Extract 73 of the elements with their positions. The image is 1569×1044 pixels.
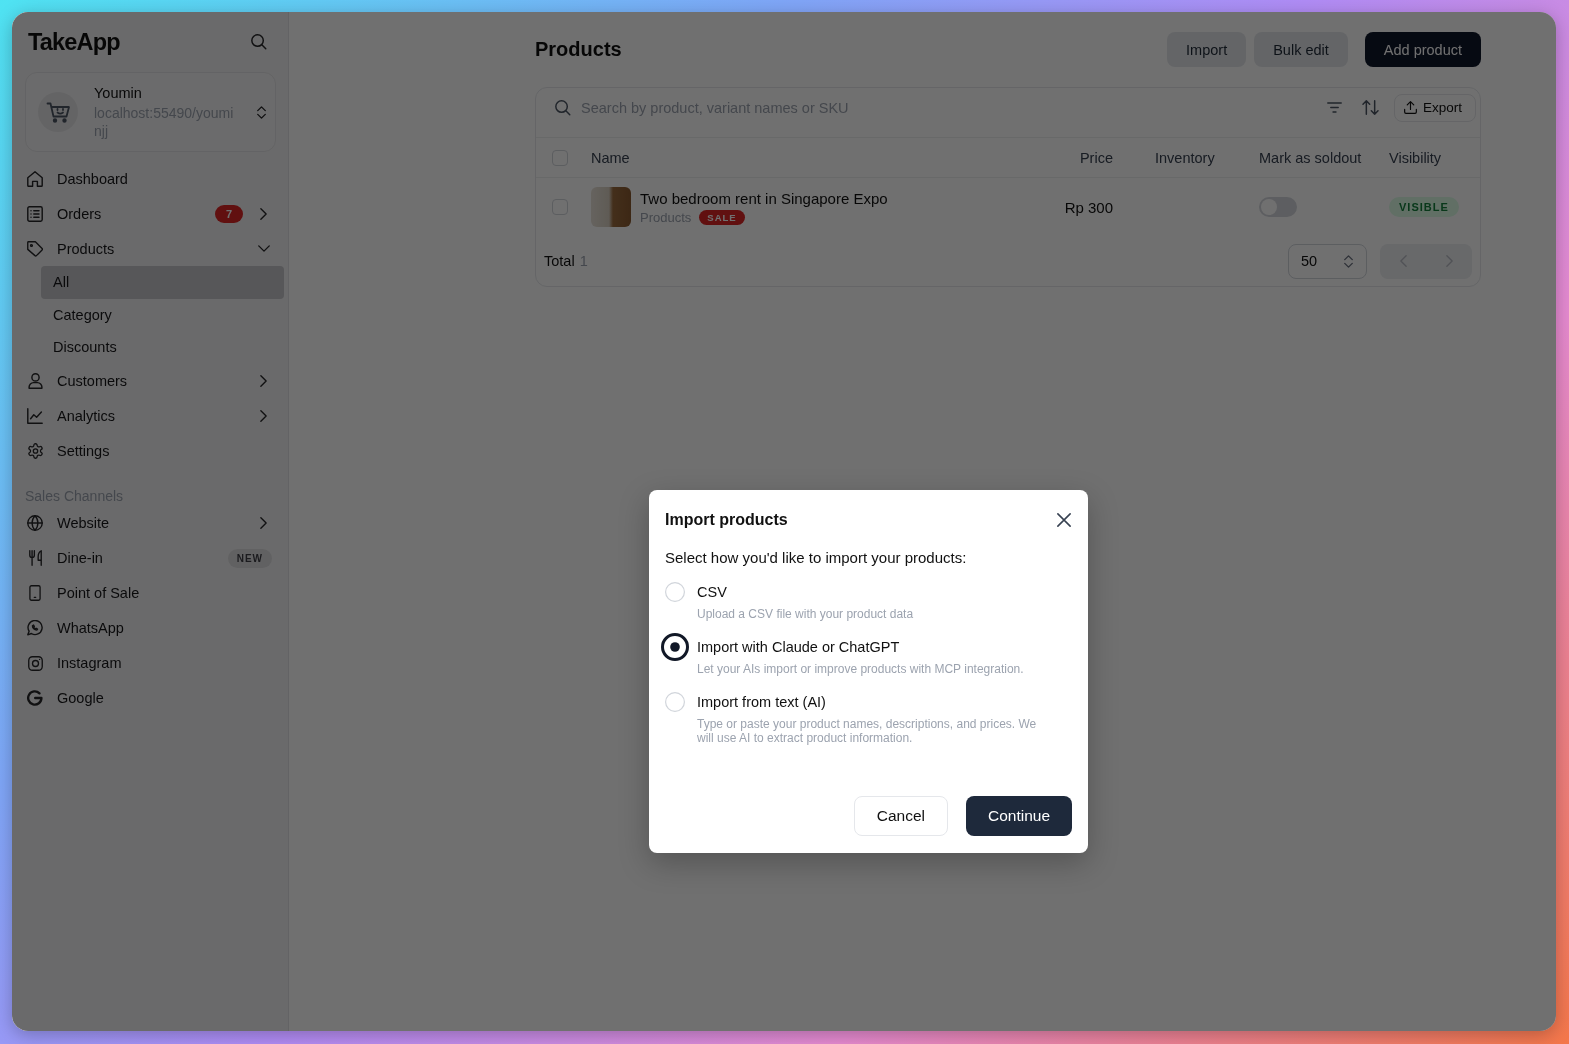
column-header: Inventory <box>1155 149 1216 166</box>
nav-item[interactable]: Point of Sale <box>25 575 276 611</box>
nav-item[interactable]: Google <box>25 680 276 716</box>
search-icon <box>555 99 571 116</box>
globe-icon <box>27 515 43 531</box>
search-icon[interactable] <box>251 34 267 50</box>
nav-item[interactable]: Settings <box>25 433 276 469</box>
cart-avatar-icon <box>38 92 78 132</box>
gear-icon <box>27 443 43 459</box>
chevrons-up-down-icon <box>1344 254 1353 268</box>
nav-item[interactable]: Website <box>25 505 276 541</box>
count-badge: 7 <box>215 204 243 223</box>
dialog-prompt: Select how you'd like to import your products: <box>665 548 968 568</box>
option-label: Import with Claude or ChatGPT <box>697 638 901 657</box>
visibility-badge: VISIBLE <box>1389 197 1459 217</box>
dialog-title: Import products <box>665 511 788 529</box>
new-tag: NEW <box>227 548 272 568</box>
option-label: CSV <box>697 583 728 602</box>
chevron-right-icon[interactable] <box>260 517 267 529</box>
sale-badge: SALE <box>699 210 745 225</box>
letter-g-icon <box>27 690 43 706</box>
chat-bubble-icon <box>27 620 43 636</box>
column-header: Name <box>591 149 631 166</box>
continue-button[interactable]: Continue <box>965 796 1072 836</box>
nav-subitem[interactable]: All <box>41 266 284 299</box>
import-button[interactable]: Import <box>1167 32 1247 67</box>
column-header: Mark as soldout <box>1259 149 1363 166</box>
home-icon <box>27 170 43 187</box>
export-button[interactable]: Export <box>1393 93 1476 122</box>
photo-placeholder <box>591 187 631 227</box>
nav-item[interactable]: Customers <box>25 363 276 399</box>
page-title: Products <box>535 38 623 61</box>
nav-item[interactable]: Dashboard <box>25 161 276 196</box>
option-label: Import from text (AI) <box>697 693 827 712</box>
store-name: Youmin <box>94 84 142 102</box>
filter-icon[interactable] <box>1326 102 1342 113</box>
app-logo: TakeApp <box>28 28 120 56</box>
upload-icon <box>1403 101 1417 114</box>
chevron-right-icon[interactable] <box>260 410 267 422</box>
user-icon <box>27 373 43 389</box>
cancel-button[interactable]: Cancel <box>853 796 948 836</box>
line-chart-icon <box>27 408 43 424</box>
option-description: Upload a CSV file with your product data <box>697 607 915 621</box>
chevrons-up-down-icon <box>257 105 266 119</box>
camera-icon <box>27 655 43 671</box>
option-description: Type or paste your product names, descriptions, and prices. We will use AI to extract product information. <box>697 717 1038 745</box>
list-icon <box>27 205 43 222</box>
fork-knife-icon <box>28 550 42 566</box>
nav-item[interactable]: WhatsApp <box>25 610 276 646</box>
nav-subitem[interactable]: Category <box>41 298 284 331</box>
smartphone-icon <box>29 585 41 601</box>
radio-button[interactable] <box>661 633 689 661</box>
column-header: Visibility <box>1389 149 1443 166</box>
column-header: Price <box>1078 149 1114 166</box>
chevron-right-icon[interactable] <box>260 375 267 387</box>
chevron-down-icon[interactable] <box>258 245 270 252</box>
product-name: Two bedroom rent in Singapore Expo <box>640 189 888 209</box>
nav-item[interactable]: Dine-in NEW <box>25 540 276 576</box>
add-product-button[interactable]: Add product <box>1364 32 1481 67</box>
chevron-right-icon[interactable] <box>260 207 267 220</box>
nav-item[interactable]: Products <box>25 231 276 266</box>
option-description: Let your AIs import or improve products with MCP integration. <box>697 662 1025 676</box>
nav-item[interactable]: Instagram <box>25 645 276 681</box>
page-size-select[interactable]: 50 <box>1288 243 1367 279</box>
nav-subitem[interactable]: Discounts <box>41 331 284 364</box>
close-icon[interactable] <box>1057 513 1071 527</box>
total-label: Total <box>544 253 575 269</box>
price-cell-text: Rp 300 <box>1063 198 1114 216</box>
bulk-edit-button[interactable]: Bulk edit <box>1254 32 1348 67</box>
nav-item[interactable]: Analytics <box>25 398 276 434</box>
tag-icon <box>27 240 43 257</box>
nav-item[interactable]: Orders 7 <box>25 196 276 231</box>
sort-icon[interactable] <box>1361 100 1379 115</box>
